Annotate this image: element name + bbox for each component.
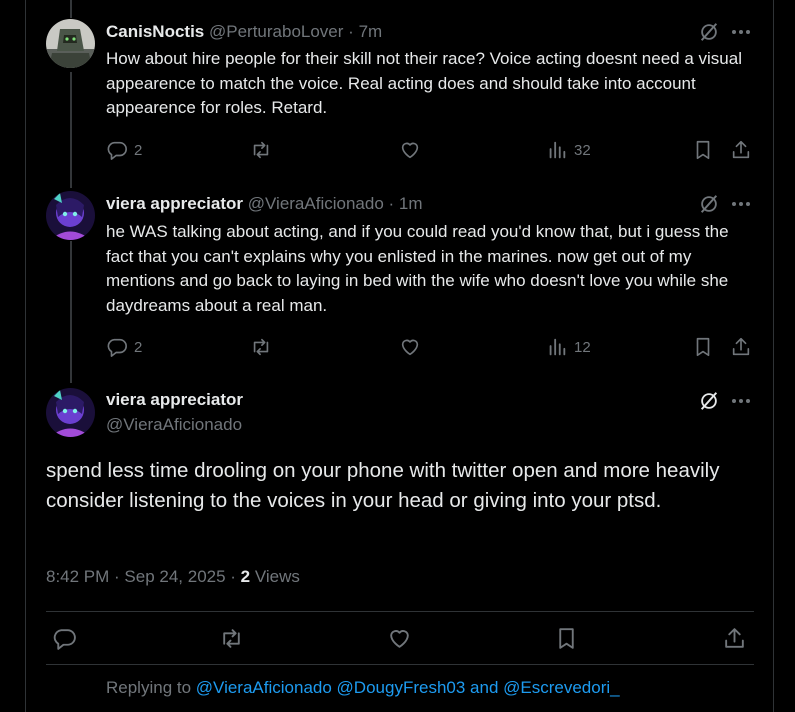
share-icon: [725, 627, 744, 648]
more-icon[interactable]: [731, 193, 751, 215]
post-timestamp[interactable]: 8:42 PM · Sep 24, 2025 ·: [46, 567, 241, 586]
avatar-image: [46, 191, 95, 240]
replying-to-prefix: Replying to: [106, 678, 196, 697]
share-icon: [732, 337, 750, 356]
bookmark-button[interactable]: [554, 626, 579, 650]
author-handle[interactable]: @VieraAficionado: [248, 194, 384, 213]
reply-text: How about hire people for their skill no…: [106, 49, 742, 118]
avatar-canisnoctis[interactable]: [46, 19, 95, 68]
reply-header: viera appreciator @VieraAficionado · 1m: [106, 193, 423, 215]
bookmark-button[interactable]: [692, 138, 714, 162]
thread-line: [70, 72, 72, 188]
reply-button[interactable]: 2: [106, 138, 142, 162]
bookmark-icon: [559, 627, 574, 649]
reply-actions: 2 32: [106, 138, 756, 162]
reply-icon: [107, 338, 127, 357]
mention-separator: and: [465, 678, 504, 697]
mention-link[interactable]: @VieraAficionado: [196, 678, 332, 697]
bookmark-icon: [696, 140, 710, 160]
reply-icon: [107, 141, 127, 160]
retweet-button[interactable]: [219, 626, 244, 650]
views-icon: [549, 338, 566, 356]
like-button[interactable]: [399, 138, 421, 162]
more-icon[interactable]: [731, 21, 751, 43]
views-count: 32: [574, 141, 591, 159]
replying-to: Replying to @VieraAficionado @DougyFresh…: [106, 678, 620, 698]
retweet-icon: [223, 628, 240, 648]
separator-dot: ·: [388, 194, 395, 213]
views-label: Views: [250, 567, 300, 586]
main-post-text: spend less time drooling on your phone w…: [46, 459, 720, 512]
post-time[interactable]: 7m: [359, 22, 383, 41]
share-button[interactable]: [722, 626, 747, 650]
retweet-button[interactable]: [250, 138, 272, 162]
post-time[interactable]: 1m: [399, 194, 423, 213]
views-number: 2: [240, 567, 251, 586]
grok-icon[interactable]: [698, 193, 720, 215]
bookmark-icon: [696, 337, 710, 357]
avatar-viera-appreciator[interactable]: [46, 191, 95, 240]
thread-line: [70, 241, 72, 383]
views-button[interactable]: 32: [546, 138, 591, 162]
like-icon: [390, 629, 409, 648]
reply-text: he WAS talking about acting, and if you …: [106, 222, 729, 315]
author-name[interactable]: CanisNoctis: [106, 22, 204, 41]
more-icon[interactable]: [731, 390, 751, 412]
thread-line: [70, 0, 72, 18]
main-post-actions: [46, 626, 754, 654]
like-icon: [401, 142, 419, 159]
views-count: 12: [574, 338, 591, 356]
retweet-icon: [253, 141, 269, 159]
reply-actions: 2 12: [106, 335, 756, 359]
divider: [46, 611, 754, 612]
avatar-main-author[interactable]: [46, 388, 95, 437]
main-author-handle[interactable]: @VieraAficionado: [106, 415, 242, 435]
avatar-image: [46, 19, 95, 68]
reply-button[interactable]: 2: [106, 335, 142, 359]
grok-icon[interactable]: [698, 390, 720, 412]
retweet-icon: [253, 338, 269, 356]
like-button[interactable]: [399, 335, 421, 359]
main-author-name[interactable]: viera appreciator: [106, 390, 243, 410]
reply-count: 2: [134, 141, 143, 159]
like-button[interactable]: [387, 626, 412, 650]
like-icon: [401, 339, 419, 356]
reply-icon: [53, 628, 76, 650]
views-button[interactable]: 12: [546, 335, 591, 359]
grok-icon[interactable]: [698, 21, 720, 43]
reply-header: CanisNoctis @PerturaboLover · 7m: [106, 21, 382, 43]
divider: [46, 664, 754, 665]
author-name[interactable]: viera appreciator: [106, 194, 243, 213]
mention-link[interactable]: @DougyFresh03: [337, 678, 466, 697]
separator-dot: ·: [348, 22, 354, 41]
author-handle[interactable]: @PerturaboLover: [209, 22, 343, 41]
share-icon: [732, 140, 750, 159]
share-button[interactable]: [730, 138, 752, 162]
views-icon: [549, 141, 566, 159]
bookmark-button[interactable]: [692, 335, 714, 359]
post-meta: 8:42 PM · Sep 24, 2025 · 2 Views: [46, 567, 300, 587]
share-button[interactable]: [730, 335, 752, 359]
retweet-button[interactable]: [250, 335, 272, 359]
mention-link[interactable]: @Escrevedori_: [503, 678, 619, 697]
reply-button[interactable]: [52, 626, 77, 650]
reply-count: 2: [134, 338, 143, 356]
avatar-image: [46, 388, 95, 437]
